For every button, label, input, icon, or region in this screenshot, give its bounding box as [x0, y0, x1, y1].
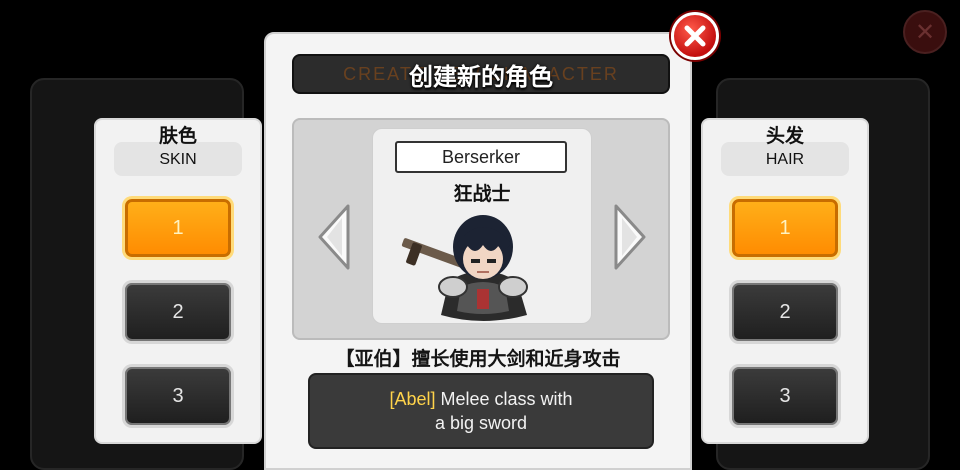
skin-option-1[interactable]: 1	[122, 196, 234, 260]
hair-label-en: HAIR	[765, 150, 805, 168]
arrow-right-shape	[614, 204, 646, 270]
skin-option-3[interactable]: 3	[122, 364, 234, 428]
skin-option-2[interactable]: 2	[122, 280, 234, 344]
hair-option-label: 3	[779, 384, 791, 407]
berserker-portrait-icon	[401, 215, 528, 321]
description-line-1: [Abel] Melee class with	[389, 387, 572, 411]
hair-option-3[interactable]: 3	[729, 364, 841, 428]
create-character-modal: CREATE NEW CHARACTER 创建新的角色 Berserker 狂战…	[264, 32, 692, 470]
class-name-en: Berserker	[395, 141, 567, 173]
skin-option-label: 3	[172, 384, 184, 407]
skin-header: 肤色 SKIN	[112, 122, 244, 178]
arrow-right-icon[interactable]	[610, 202, 650, 272]
hair-option-1[interactable]: 1	[729, 196, 841, 260]
class-name-zh: 狂战士	[453, 183, 511, 205]
character-card: Berserker 狂战士	[372, 128, 592, 324]
close-icon	[684, 25, 706, 47]
class-description-zh: 【亚伯】擅长使用大剑和近身攻击	[335, 348, 621, 370]
skin-label-zh: 肤色	[158, 125, 197, 147]
description-tag: [Abel]	[389, 388, 436, 409]
hair-header: 头发 HAIR	[719, 122, 851, 178]
hair-option-label: 1	[779, 216, 791, 239]
hair-label-zh: 头发	[765, 125, 804, 147]
close-button[interactable]	[671, 12, 719, 60]
arrow-left-icon[interactable]	[314, 202, 354, 272]
hair-option-2[interactable]: 2	[729, 280, 841, 344]
description-line-1-text: Melee class with	[435, 388, 573, 409]
class-description-box: [Abel] Melee class with a big sword	[308, 373, 654, 449]
description-line-2: a big sword	[434, 413, 528, 433]
title-bar: CREATE NEW CHARACTER 创建新的角色	[292, 54, 670, 94]
skin-option-label: 1	[172, 216, 184, 239]
skin-option-label: 2	[172, 300, 184, 323]
character-selector: Berserker 狂战士	[292, 118, 670, 340]
skin-panel: 肤色 SKIN 1 2 3	[94, 118, 262, 444]
background-close-icon: ✕	[903, 10, 947, 54]
modal-title: 创建新的角色	[409, 62, 553, 91]
arrow-left-shape	[318, 204, 350, 270]
hair-panel: 头发 HAIR 1 2 3	[701, 118, 869, 444]
hair-option-label: 2	[779, 300, 791, 323]
skin-label-en: SKIN	[159, 150, 197, 168]
